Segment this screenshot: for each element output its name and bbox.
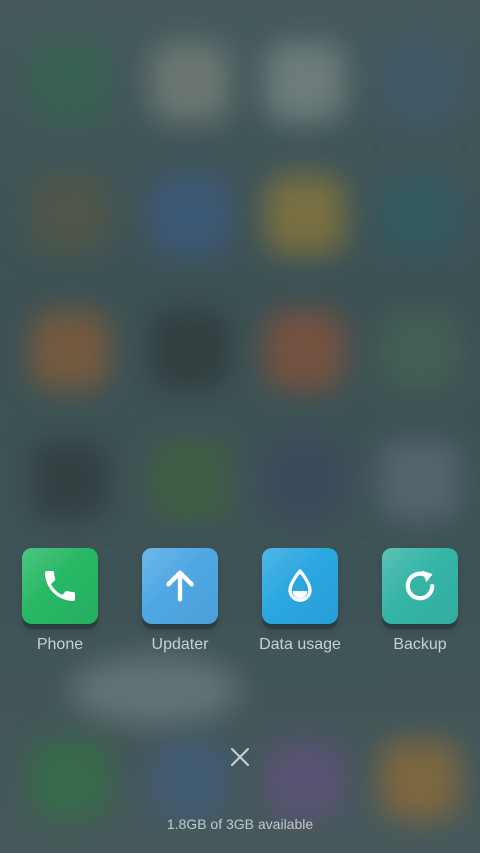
data-usage-label: Data usage — [259, 636, 341, 653]
recent-app-data-usage[interactable]: Data usage — [250, 548, 350, 654]
recent-app-updater[interactable]: Updater — [130, 548, 230, 654]
recent-apps-row: Phone Updater Data usage Backup — [0, 548, 480, 658]
recent-app-backup[interactable]: Backup — [370, 548, 470, 654]
close-icon — [229, 746, 251, 773]
backup-label: Backup — [393, 636, 447, 653]
backup-app-tile[interactable] — [382, 548, 458, 624]
blurred-home-screen — [0, 0, 480, 853]
recent-app-phone[interactable]: Phone — [10, 548, 110, 654]
data-usage-app-tile[interactable] — [262, 548, 338, 624]
updater-label: Updater — [151, 636, 209, 653]
updater-app-tile[interactable] — [142, 548, 218, 624]
close-all-button[interactable] — [225, 744, 255, 774]
phone-app-tile[interactable] — [22, 548, 98, 624]
memory-status: 1.8GB of 3GB available — [166, 816, 314, 832]
phone-label: Phone — [36, 636, 84, 653]
